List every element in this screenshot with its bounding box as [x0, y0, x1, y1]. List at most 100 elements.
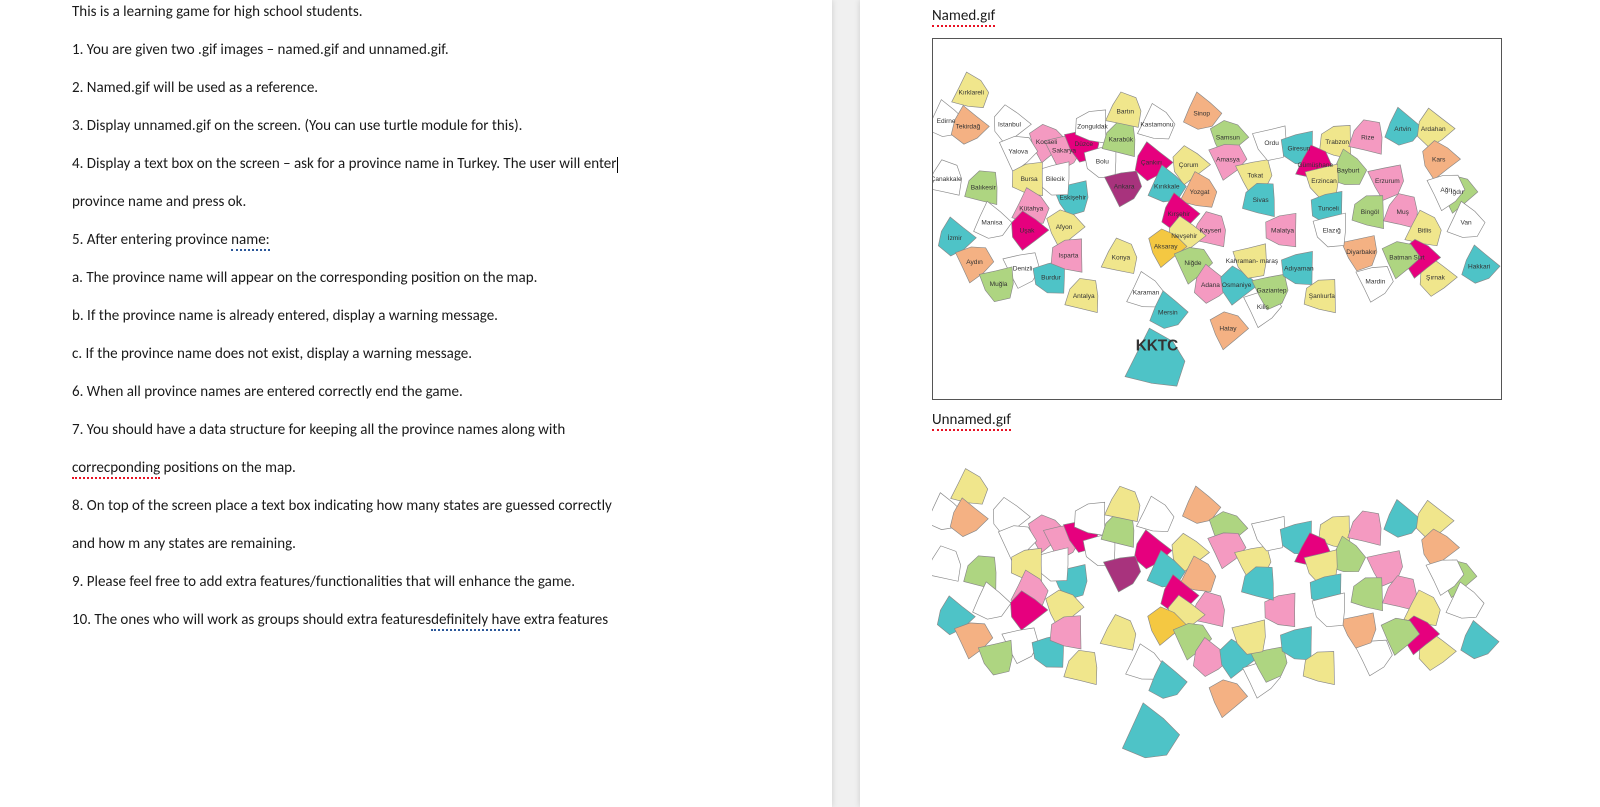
svg-text:Balıkesir: Balıkesir: [971, 185, 997, 192]
svg-text:Mardin: Mardin: [1365, 279, 1385, 286]
svg-text:Malatya: Malatya: [1271, 227, 1294, 234]
svg-text:Van: Van: [1460, 220, 1472, 227]
svg-text:Ordu: Ordu: [1264, 140, 1279, 147]
svg-text:Giresun: Giresun: [1287, 145, 1310, 152]
line-1: 1. You are given two .gif images – named…: [72, 38, 760, 62]
svg-text:Sakarya: Sakarya: [1052, 148, 1076, 155]
svg-text:Ankara: Ankara: [1114, 184, 1135, 191]
svg-text:Denizli: Denizli: [1013, 266, 1033, 273]
kktc-label: KKTC: [1136, 337, 1178, 354]
svg-text:Kahraman- maraş: Kahraman- maraş: [1226, 258, 1279, 265]
line-5: 5. After entering province name:: [72, 228, 760, 252]
svg-text:Kırklareli: Kırklareli: [959, 90, 985, 97]
svg-text:Uşak: Uşak: [1019, 227, 1035, 234]
svg-text:Osmaniye: Osmaniye: [1222, 282, 1252, 289]
svg-text:Kırıkkale: Kırıkkale: [1154, 184, 1180, 191]
line-4a: 4. Display a text box on the screen – as…: [72, 152, 760, 176]
svg-text:Eskişehir: Eskişehir: [1060, 195, 1087, 202]
svg-text:Muş: Muş: [1397, 209, 1410, 216]
line-3: 3. Display unnamed.gif on the screen. (Y…: [72, 114, 760, 138]
svg-text:Trabzon: Trabzon: [1325, 139, 1349, 146]
svg-text:Çanakkale: Çanakkale: [933, 176, 962, 183]
svg-text:Zonguldak: Zonguldak: [1077, 124, 1108, 131]
svg-text:Tekirdağ: Tekirdağ: [956, 124, 981, 131]
named-map-svg: Kırklareli EdirneTekirdağ Istanbul Kocaeli Y…: [933, 39, 1501, 399]
svg-text:Sivas: Sivas: [1253, 197, 1270, 204]
svg-text:Gümüşhane: Gümüşhane: [1297, 162, 1333, 169]
svg-text:Antalya: Antalya: [1073, 293, 1095, 300]
svg-text:Burdur: Burdur: [1041, 274, 1061, 281]
svg-text:Iğdır: Iğdır: [1451, 189, 1465, 196]
svg-text:Bartın: Bartın: [1117, 108, 1135, 115]
svg-text:Isparta: Isparta: [1058, 252, 1078, 259]
caption-named: Named.gıf: [932, 4, 1528, 28]
svg-text:Elazığ: Elazığ: [1323, 227, 1342, 234]
svg-text:Bolu: Bolu: [1096, 159, 1109, 166]
line-7b: correcponding positions on the map.: [72, 456, 760, 480]
svg-text:Siirt: Siirt: [1413, 255, 1424, 262]
workspace: This is a learning game for high school …: [0, 0, 1600, 807]
svg-text:İzmir: İzmir: [948, 233, 963, 242]
svg-text:Bayburt: Bayburt: [1337, 167, 1360, 174]
page-right[interactable]: Named.gıf Kırklareli EdirneTekirdağ Istanb…: [860, 0, 1600, 807]
svg-text:Bingöl: Bingöl: [1361, 209, 1380, 216]
svg-text:Edirne: Edirne: [937, 118, 956, 125]
svg-text:Kırşehir: Kırşehir: [1167, 211, 1190, 218]
unnamed-map: [932, 442, 1500, 759]
svg-text:Düzce: Düzce: [1074, 141, 1093, 148]
svg-text:Şırnak: Şırnak: [1426, 274, 1446, 281]
svg-text:Artvin: Artvin: [1394, 126, 1411, 133]
svg-text:Batman: Batman: [1389, 255, 1412, 262]
svg-text:Ağrı: Ağrı: [1440, 187, 1452, 194]
svg-text:Istanbul: Istanbul: [998, 121, 1021, 128]
svg-text:Muğla: Muğla: [990, 281, 1008, 288]
svg-text:Hakkari: Hakkari: [1468, 263, 1491, 270]
svg-text:Çorum: Çorum: [1179, 162, 1199, 169]
unnamed-map-svg: [932, 442, 1500, 759]
svg-text:Hatay: Hatay: [1219, 326, 1237, 333]
svg-text:Adana: Adana: [1201, 282, 1220, 289]
line-7a: 7. You should have a data structure for …: [72, 418, 760, 442]
svg-text:Nevşehir: Nevşehir: [1171, 233, 1198, 240]
svg-text:Konya: Konya: [1112, 255, 1131, 262]
line-8b: and how m any states are remaining.: [72, 532, 760, 556]
line-5a: a. The province name will appear on the …: [72, 266, 760, 290]
svg-text:Ardahan: Ardahan: [1421, 126, 1446, 133]
svg-text:Yozgat: Yozgat: [1190, 189, 1210, 196]
svg-text:Kars: Kars: [1432, 156, 1446, 163]
svg-text:Çankırı: Çankırı: [1141, 160, 1162, 167]
svg-text:Karaman: Karaman: [1133, 290, 1160, 297]
svg-text:Amasya: Amasya: [1216, 156, 1240, 163]
line-10: 10. The ones who will work as groups sho…: [72, 608, 760, 632]
page-left[interactable]: This is a learning game for high school …: [0, 0, 832, 807]
intro-line: This is a learning game for high school …: [72, 0, 760, 24]
svg-text:Samsun: Samsun: [1216, 134, 1240, 141]
text-cursor: [617, 157, 618, 174]
svg-text:Aydın: Aydın: [966, 259, 983, 266]
svg-text:Aksaray: Aksaray: [1154, 244, 1178, 251]
svg-text:Bursa: Bursa: [1021, 176, 1038, 183]
line-4b: province name and press ok.: [72, 190, 760, 214]
svg-text:Erzincan: Erzincan: [1311, 178, 1337, 185]
svg-text:Yalova: Yalova: [1008, 149, 1028, 156]
svg-text:Bitlis: Bitlis: [1418, 227, 1433, 234]
svg-text:Kilis: Kilis: [1257, 304, 1270, 311]
svg-text:Niğde: Niğde: [1184, 260, 1201, 267]
svg-text:Manisa: Manisa: [981, 220, 1002, 227]
svg-text:Rize: Rize: [1361, 134, 1374, 141]
svg-text:Şanlıurfa: Şanlıurfa: [1309, 293, 1336, 300]
line-6: 6. When all province names are entered c…: [72, 380, 760, 404]
svg-text:Tokat: Tokat: [1247, 173, 1263, 180]
svg-text:Kocaeli: Kocaeli: [1036, 139, 1058, 146]
svg-text:Adıyaman: Adıyaman: [1284, 266, 1314, 273]
line-5b: b. If the province name is already enter…: [72, 304, 760, 328]
line-8a: 8. On top of the screen place a text box…: [72, 494, 760, 518]
svg-text:Mersin: Mersin: [1158, 309, 1178, 316]
svg-text:Erzurum: Erzurum: [1375, 178, 1400, 185]
svg-text:Tunceli: Tunceli: [1318, 205, 1339, 212]
svg-text:Bilecik: Bilecik: [1046, 176, 1066, 183]
line-9: 9. Please feel free to add extra feature…: [72, 570, 760, 594]
line-2: 2. Named.gif will be used as a reference…: [72, 76, 760, 100]
svg-text:Diyarbakır: Diyarbakır: [1346, 249, 1377, 256]
caption-unnamed: Unnamed.gıf: [932, 408, 1528, 432]
